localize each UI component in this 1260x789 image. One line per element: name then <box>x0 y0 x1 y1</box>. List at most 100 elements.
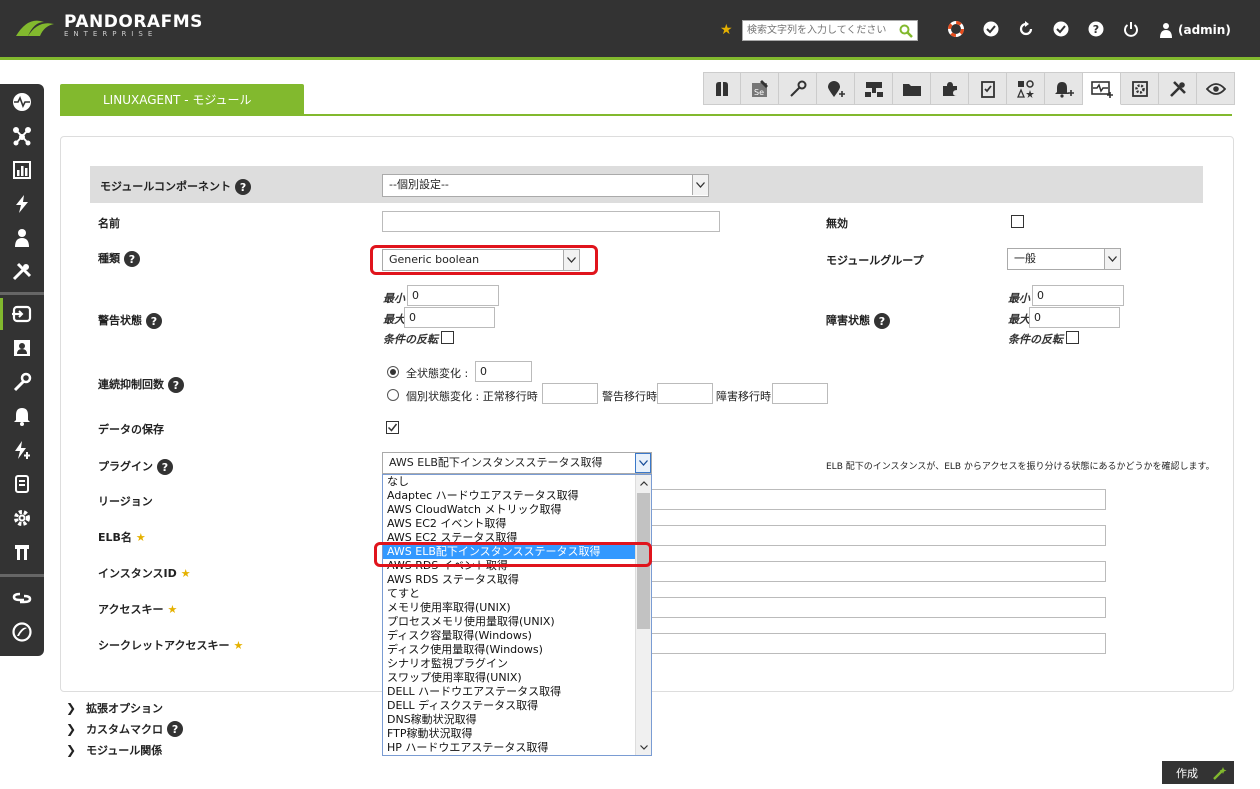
search-input[interactable] <box>743 21 895 40</box>
plugin-option[interactable]: ディスク使用量取得(Windows) <box>383 643 651 657</box>
plugin-option[interactable]: メモリ使用率取得(UNIX) <box>383 601 651 615</box>
tool-modules-icon[interactable] <box>1083 72 1121 105</box>
user-icon <box>1160 23 1172 38</box>
save-data-checkbox[interactable] <box>386 421 399 434</box>
check-circle-icon[interactable] <box>982 20 1000 38</box>
required-star-icon: ★ <box>167 603 178 616</box>
plugin-dropdown-list[interactable]: なし Adaptec ハードウエアステータス取得 AWS CloudWatch メト… <box>382 474 652 756</box>
tool-plugin-icon[interactable] <box>931 72 969 105</box>
tool-module-setup-icon[interactable] <box>1121 72 1159 105</box>
plugin-option[interactable]: AWS EC2 イベント取得 <box>383 517 651 531</box>
ff-each-radio[interactable] <box>387 389 399 401</box>
ff-warning-input[interactable] <box>657 383 713 404</box>
sidebar-events-icon[interactable] <box>10 192 34 216</box>
pandora-logo[interactable]: PANDORAFMS ENTERPRISE <box>14 14 203 38</box>
plugin-option[interactable]: DELL ディスクステータス取得 <box>383 699 651 713</box>
dropdown-scrollbar[interactable] <box>635 475 651 755</box>
plugin-option[interactable]: Adaptec ハードウエアステータス取得 <box>383 489 651 503</box>
ff-critical-label: 障害移行時 <box>716 390 771 403</box>
sidebar-admin-tools-icon[interactable] <box>10 540 34 564</box>
power-icon[interactable] <box>1122 20 1140 38</box>
help-icon[interactable]: ? <box>235 179 252 195</box>
advanced-options-toggle[interactable]: ❯ 拡張オプション <box>66 700 163 716</box>
warning-invert-checkbox[interactable] <box>441 331 454 344</box>
critical-invert-checkbox[interactable] <box>1066 331 1079 344</box>
help-icon[interactable]: ? <box>1087 20 1105 38</box>
disabled-label: 無効 <box>826 217 848 230</box>
tool-remote-config-icon[interactable] <box>779 72 817 105</box>
sidebar-tools-icon[interactable] <box>10 260 34 284</box>
tool-manage-icon[interactable] <box>703 72 741 105</box>
warning-max-input[interactable]: 0 <box>404 307 495 328</box>
plugin-option[interactable]: スワップ使用率取得(UNIX) <box>383 671 651 685</box>
plugin-option[interactable]: HP ハードウエアステータス取得 <box>383 741 651 755</box>
scroll-up-icon[interactable] <box>636 475 651 491</box>
tool-folder-icon[interactable] <box>893 72 931 105</box>
warning-label: 警告状態? <box>98 312 162 329</box>
disabled-checkbox[interactable] <box>1011 215 1024 228</box>
plugin-option[interactable]: てすと <box>383 587 651 601</box>
chevron-down-icon <box>692 175 708 195</box>
sidebar-profiles-icon[interactable] <box>10 336 34 360</box>
critical-max-input[interactable]: 0 <box>1029 307 1120 328</box>
sidebar-users-icon[interactable] <box>10 226 34 250</box>
help-icon[interactable]: ? <box>146 313 162 329</box>
module-relations-label: モジュール関係 <box>86 744 163 757</box>
search-icon[interactable] <box>895 21 917 40</box>
tool-templates-icon[interactable] <box>1007 72 1045 105</box>
tool-checklist-icon[interactable] <box>969 72 1007 105</box>
plugin-option[interactable]: シナリオ監視プラグイン <box>383 657 651 671</box>
tool-wrench-icon[interactable] <box>1159 72 1197 105</box>
plugin-option[interactable]: DELL ハードウエアステータス取得 <box>383 685 651 699</box>
plugin-option[interactable]: なし <box>383 475 651 489</box>
ff-all-radio[interactable] <box>387 366 399 378</box>
plugin-select[interactable]: AWS ELB配下インスタンスステータス取得 <box>382 452 652 474</box>
tool-setup-icon[interactable]: Se <box>741 72 779 105</box>
refresh-icon[interactable] <box>1017 20 1035 38</box>
sidebar-agents-icon[interactable] <box>0 298 34 330</box>
ff-critical-input[interactable] <box>772 383 828 404</box>
plugin-option[interactable]: DNS稼動状況取得 <box>383 713 651 727</box>
lifebuoy-icon[interactable] <box>947 20 965 38</box>
name-input[interactable] <box>382 211 720 232</box>
sidebar-setup-icon[interactable] <box>10 506 34 530</box>
help-icon[interactable]: ? <box>874 313 890 329</box>
plugin-option[interactable]: FTP稼動状況取得 <box>383 727 651 741</box>
module-relations-toggle[interactable]: ❯ モジュール関係 <box>66 742 162 758</box>
warning-min-input[interactable]: 0 <box>407 285 499 306</box>
help-icon[interactable]: ? <box>124 251 140 267</box>
user-menu[interactable]: (admin) <box>1160 22 1231 38</box>
tool-alerts-add-icon[interactable] <box>1045 72 1083 105</box>
instance-id-label: インスタンスID ★ <box>98 567 191 580</box>
sidebar-alerts-icon[interactable] <box>10 404 34 428</box>
tool-location-add-icon[interactable] <box>817 72 855 105</box>
sidebar-network-icon[interactable] <box>10 124 34 148</box>
plugin-option[interactable]: AWS CloudWatch メトリック取得 <box>383 503 651 517</box>
plugin-option[interactable]: ディスク容量取得(Windows) <box>383 629 651 643</box>
plugin-option[interactable]: AWS RDS ステータス取得 <box>383 573 651 587</box>
ff-normal-input[interactable] <box>542 383 598 404</box>
sidebar-links-icon[interactable] <box>10 586 34 610</box>
sidebar-about-icon[interactable] <box>10 620 34 644</box>
critical-min-input[interactable]: 0 <box>1032 285 1124 306</box>
component-select[interactable]: --個別設定-- <box>382 174 709 197</box>
help-icon[interactable]: ? <box>157 459 173 475</box>
tool-network-icon[interactable] <box>855 72 893 105</box>
custom-macros-toggle[interactable]: ❯ カスタムマクロ? <box>66 721 184 737</box>
sidebar-reports-icon[interactable] <box>10 158 34 182</box>
ff-all-input[interactable]: 0 <box>475 361 532 382</box>
help-icon[interactable]: ? <box>168 377 184 393</box>
favorite-star-icon[interactable]: ★ <box>720 22 733 38</box>
sidebar-servers-icon[interactable] <box>10 472 34 496</box>
plugin-option[interactable]: プロセスメモリ使用量取得(UNIX) <box>383 615 651 629</box>
sidebar-event-manage-icon[interactable] <box>10 438 34 462</box>
tool-view-icon[interactable] <box>1197 72 1235 105</box>
scroll-down-icon[interactable] <box>636 739 651 755</box>
sidebar-config-icon[interactable] <box>10 370 34 394</box>
page-title-tab: LINUXAGENT - モジュール <box>60 84 304 114</box>
help-icon[interactable]: ? <box>167 721 184 737</box>
create-button[interactable]: 作成 <box>1162 761 1234 784</box>
group-select[interactable]: 一般 <box>1007 248 1121 270</box>
sidebar-monitoring-icon[interactable] <box>10 90 34 114</box>
check-circle-icon-2[interactable] <box>1052 20 1070 38</box>
